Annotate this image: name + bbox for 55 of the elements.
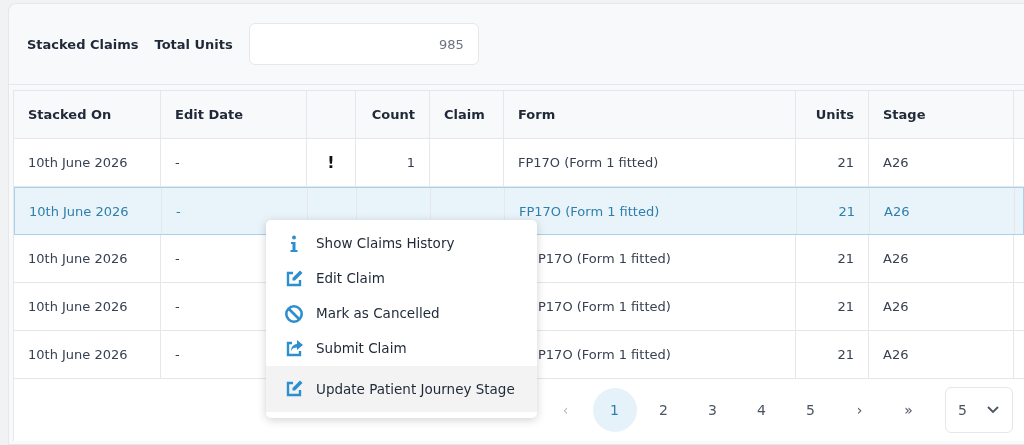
column-header[interactable]: Count: [356, 91, 430, 138]
share-icon: [284, 338, 304, 359]
chevron-down-icon: [986, 405, 1000, 415]
menu-item[interactable]: Mark as Cancelled: [266, 296, 537, 331]
page-button[interactable]: 4: [739, 388, 784, 432]
table-cell: 10th June 2026: [29, 203, 129, 219]
cancel-icon: [284, 303, 304, 324]
table-cell: -: [175, 347, 180, 362]
table-cell: P17O (Form 1 fitted): [538, 299, 671, 314]
last-page-button[interactable]: »: [886, 388, 931, 432]
column-header[interactable]: Stacked On: [14, 91, 161, 138]
table-cell: A26: [883, 347, 909, 362]
table-cell: P17O (Form 1 fitted): [538, 347, 671, 362]
table-cell: A26: [883, 251, 909, 266]
table-cell: 21: [837, 251, 854, 266]
menu-item[interactable]: Edit Claim: [266, 261, 537, 296]
page-size-select[interactable]: 5: [945, 387, 1013, 433]
column-header[interactable]: Claim: [430, 91, 504, 138]
warning-mark: !: [327, 153, 335, 172]
table-cell: -: [175, 155, 180, 170]
page-button[interactable]: 1: [592, 388, 637, 432]
table-cell: P17O (Form 1 fitted): [538, 251, 671, 266]
total-units-field[interactable]: 985: [248, 23, 479, 65]
page-button[interactable]: 2: [641, 388, 686, 432]
table-cell: -: [175, 299, 180, 314]
menu-item[interactable]: Update Patient Journey Stage: [266, 366, 537, 412]
edit-icon: [284, 268, 304, 289]
table-cell: 1: [406, 155, 415, 170]
table-cell: 10th June 2026: [28, 155, 128, 170]
table-cell: A26: [883, 155, 909, 170]
column-header[interactable]: Edit Date: [161, 91, 307, 138]
table-cell: 21: [837, 299, 854, 314]
table-cell: A26: [884, 203, 910, 219]
panel-title: Stacked Claims: [27, 36, 139, 52]
column-header[interactable]: Stage: [869, 91, 1014, 138]
table-cell: FP17O (Form 1 fitted): [519, 203, 660, 219]
edit-icon: [284, 379, 304, 399]
table-cell: -: [175, 251, 180, 266]
table-cell: 10th June 2026: [28, 299, 128, 314]
table-cell: 21: [838, 203, 855, 219]
table-row[interactable]: 10th June 2026 - FP17O (Form 1 fitted) 21 A26: [14, 187, 1024, 235]
table-cell: 10th June 2026: [28, 251, 128, 266]
table-cell: A26: [883, 299, 909, 314]
total-units-label: Total Units: [154, 36, 233, 52]
table-cell: 21: [837, 155, 854, 170]
table-cell: FP17O (Form 1 fitted): [518, 155, 659, 170]
page-button[interactable]: 3: [690, 388, 735, 432]
column-header[interactable]: Units: [796, 91, 869, 138]
next-page-button[interactable]: ›: [837, 388, 882, 432]
table-cell: 10th June 2026: [28, 347, 128, 362]
table-cell: 21: [837, 347, 854, 362]
column-header[interactable]: Form: [504, 91, 796, 138]
menu-item[interactable]: Submit Claim: [266, 331, 537, 366]
table-cell: -: [176, 203, 181, 219]
page-button[interactable]: 5: [788, 388, 833, 432]
